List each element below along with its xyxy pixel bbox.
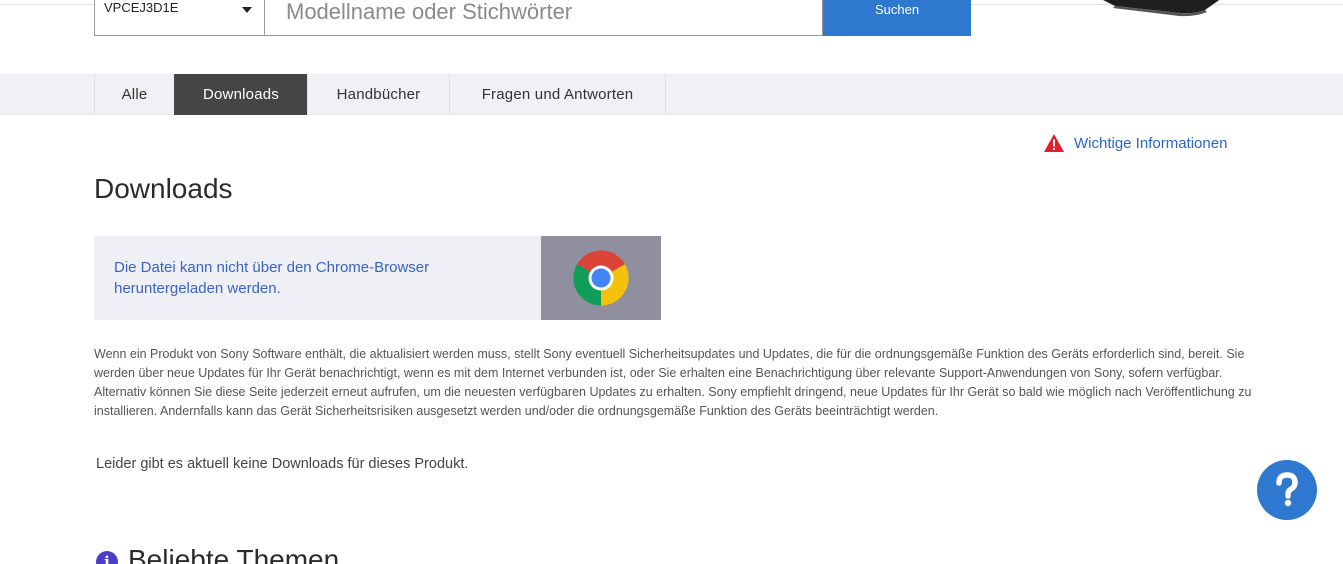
popular-topics: i Beliebte Themen — [96, 544, 339, 564]
chrome-notice: Die Datei kann nicht über den Chrome-Bro… — [94, 236, 661, 320]
tab-alle[interactable]: Alle — [94, 74, 174, 115]
question-mark-icon — [1276, 472, 1298, 507]
tab-fragen-und-antworten[interactable]: Fragen und Antworten — [449, 74, 666, 115]
search-placeholder: Modellname oder Stichwörter — [286, 0, 573, 24]
chevron-down-icon — [242, 7, 252, 13]
no-downloads-message: Leider gibt es aktuell keine Downloads f… — [96, 456, 469, 472]
tab-downloads[interactable]: Downloads — [174, 74, 307, 115]
page-title: Downloads — [94, 173, 233, 204]
chrome-logo-icon — [573, 250, 629, 306]
chrome-notice-message: Die Datei kann nicht über den Chrome-Bro… — [114, 259, 430, 297]
help-button[interactable] — [1257, 460, 1317, 520]
update-disclaimer: Wenn ein Produkt von Sony Software enthä… — [94, 347, 1252, 418]
search-input[interactable]: Modellname oder Stichwörter — [264, 0, 823, 36]
important-info-label: Wichtige Informationen — [1074, 134, 1228, 152]
warning-triangle-icon — [1044, 134, 1064, 152]
info-icon: i — [96, 551, 118, 564]
tab-handbuecher[interactable]: Handbücher — [307, 74, 449, 115]
model-select-value: VPCEJ3D1E — [104, 0, 179, 15]
search-button[interactable]: Suchen — [823, 0, 971, 36]
important-info-link[interactable]: Wichtige Informationen — [1043, 133, 1227, 153]
product-image — [1103, 0, 1220, 17]
model-select[interactable]: VPCEJ3D1E — [94, 0, 264, 36]
chrome-logo-panel — [541, 236, 661, 320]
tab-bar: Alle Downloads Handbücher Fragen und Ant… — [0, 74, 1343, 115]
search-bar: VPCEJ3D1E Modellname oder Stichwörter Su… — [94, 0, 971, 36]
popular-topics-heading: Beliebte Themen — [128, 544, 340, 564]
